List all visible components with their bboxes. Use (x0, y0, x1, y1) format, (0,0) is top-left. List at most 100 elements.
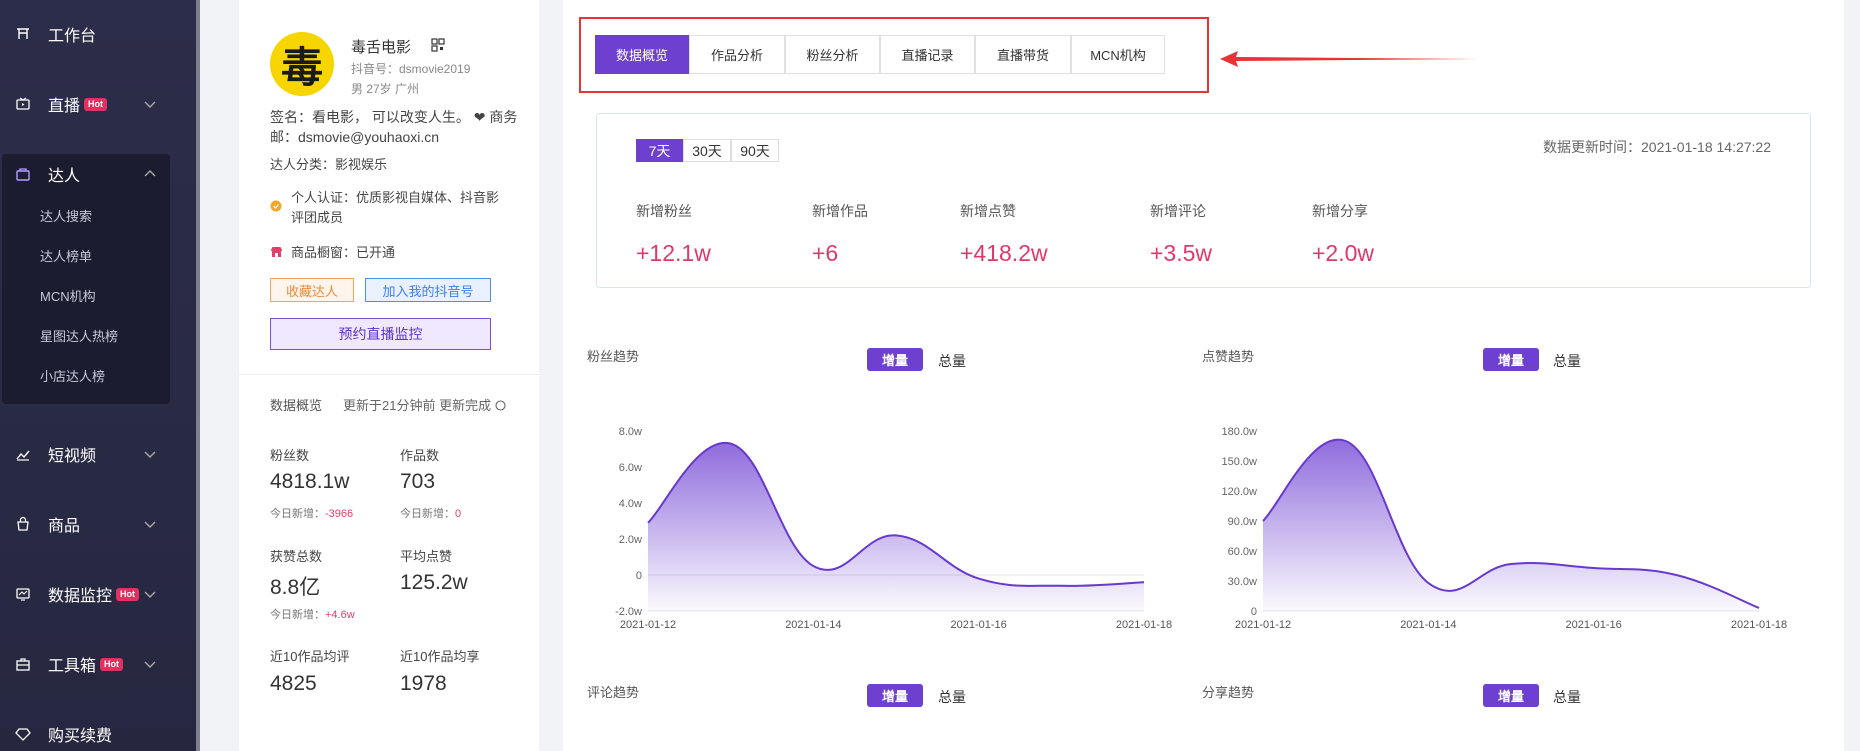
stat-delta: 今日新增：+4.6w (270, 606, 355, 622)
stat-value: 4818.1w (270, 470, 350, 493)
bag-icon (14, 165, 32, 183)
schedule-live-monitor-button[interactable]: 预约直播监控 (270, 318, 491, 350)
tab-live-commerce[interactable]: 直播带货 (975, 35, 1071, 74)
qr-code-icon[interactable] (431, 38, 445, 52)
x-tick-label: 2021-01-14 (785, 619, 841, 631)
nav-item-live[interactable]: 直播 Hot (0, 84, 196, 124)
nav-label: 工作台 (48, 28, 97, 45)
tab-works-analysis[interactable]: 作品分析 (689, 35, 785, 74)
x-tick-label: 2021-01-12 (1235, 619, 1291, 631)
chevron-down-icon (144, 661, 156, 668)
y-tick-label: 8.0w (619, 426, 642, 438)
diamond-icon (14, 725, 32, 743)
overview-update-status: 更新于21分钟前 更新完成 (343, 395, 506, 414)
toggle-increment[interactable]: 增量 (867, 348, 923, 371)
signature-line-2: 邮：dsmovie@youhaoxi.cn (270, 129, 440, 145)
x-tick-label: 2021-01-18 (1116, 619, 1172, 631)
tab-mcn[interactable]: MCN机构 (1071, 35, 1165, 74)
nav-label: 购买续费 (48, 728, 113, 745)
range-7d[interactable]: 7天 (636, 139, 683, 162)
y-tick-label: 0 (1251, 606, 1257, 618)
chart-title-likes: 点赞趋势 (1202, 349, 1255, 364)
nav-item-toolbox[interactable]: 工具箱 Hot (0, 644, 196, 684)
signature-line-1: 签名：看电影， 可以改变人生。 ❤ 商务 (270, 109, 518, 125)
nav-item-data-monitor[interactable]: 数据监控 Hot (0, 574, 196, 614)
certification-line-1: 个人认证：优质影视自媒体、抖音影 (291, 190, 500, 205)
stat-label: 获赞总数 (270, 549, 323, 564)
delta-prefix: 今日新增： (270, 508, 325, 520)
y-tick-label: 90.0w (1228, 516, 1257, 528)
toolbox-icon (14, 655, 32, 673)
x-tick-label: 2021-01-12 (620, 619, 676, 631)
tab-data-overview[interactable]: 数据概览 (595, 35, 689, 74)
toggle-total[interactable]: 总量 (1553, 351, 1581, 371)
nav-item-products[interactable]: 商品 (0, 504, 196, 544)
profile-card: 毒 毒舌电影 抖音号：dsmovie2019 男 27岁 广州 签名：看电影， … (239, 0, 539, 751)
chart-title-comments: 评论趋势 (587, 685, 640, 700)
nav-item-short-video[interactable]: 短视频 (0, 434, 196, 474)
chevron-down-icon (144, 101, 156, 108)
certification-line-2: 评团成员 (291, 210, 344, 225)
sidebar-scrollbar[interactable] (196, 0, 200, 751)
chevron-down-icon (144, 591, 156, 598)
toggle-total[interactable]: 总量 (938, 687, 966, 707)
toggle-increment[interactable]: 增量 (1483, 348, 1539, 371)
range-30d[interactable]: 30天 (683, 139, 731, 162)
stat-label: 粉丝数 (270, 448, 310, 463)
chart-title-shares: 分享趋势 (1202, 685, 1255, 700)
subnav-mcn[interactable]: MCN机构 (40, 286, 96, 305)
shopping-bag-icon (14, 515, 32, 533)
stat-value: 8.8亿 (270, 576, 321, 599)
y-tick-label: 0 (636, 570, 642, 582)
toggle-total[interactable]: 总量 (1553, 687, 1581, 707)
y-tick-label: 60.0w (1228, 546, 1257, 558)
join-douyin-button[interactable]: 加入我的抖音号 (365, 278, 491, 302)
toggle-increment[interactable]: 增量 (867, 684, 923, 707)
annotation-arrow-icon (1220, 51, 1478, 67)
nav-item-talent[interactable]: 达人 (0, 154, 196, 194)
nav-label: 直播 (48, 98, 81, 115)
metric-value: +2.0w (1312, 240, 1375, 266)
toggle-increment[interactable]: 增量 (1483, 684, 1539, 707)
metric-label: 新增分享 (1312, 203, 1368, 219)
area-fill (1263, 439, 1759, 611)
tab-fans-analysis[interactable]: 粉丝分析 (785, 35, 880, 74)
y-tick-label: 30.0w (1228, 576, 1257, 588)
stat-label: 平均点赞 (400, 549, 453, 564)
fans-trend-chart: -2.0w 0 2.0w 4.0w 6.0w 8.0w 2021-01-12 2021-01-… (615, 426, 1172, 631)
nav-item-purchase[interactable]: 购买续费 (0, 714, 196, 751)
chart-title-fans: 粉丝趋势 (587, 349, 640, 364)
nav-label: 工具箱 (48, 658, 97, 675)
delta-value: -3966 (325, 508, 354, 520)
subnav-shop-talent[interactable]: 小店达人榜 (40, 366, 105, 385)
profile-name: 毒舌电影 (351, 39, 412, 56)
workbench-icon (14, 25, 32, 43)
y-tick-label: 180.0w (1222, 426, 1258, 438)
x-tick-label: 2021-01-16 (1566, 619, 1622, 631)
stat-value: 4825 (270, 672, 317, 695)
toggle-total[interactable]: 总量 (938, 351, 966, 371)
certified-icon (270, 200, 282, 212)
hot-badge: Hot (116, 587, 140, 601)
delta-prefix: 今日新增： (270, 609, 325, 621)
stat-label: 作品数 (400, 448, 440, 463)
metric-value: +12.1w (636, 240, 711, 266)
subnav-talent-ranking[interactable]: 达人榜单 (40, 246, 92, 265)
hot-badge: Hot (84, 97, 108, 111)
chevron-down-icon (144, 451, 156, 458)
range-90d[interactable]: 90天 (731, 139, 779, 162)
subnav-talent-search[interactable]: 达人搜索 (40, 206, 92, 225)
douyin-id: 抖音号：dsmovie2019 (351, 62, 471, 76)
metric-value: +3.5w (1150, 240, 1213, 266)
store-icon (271, 247, 282, 257)
collect-talent-button[interactable]: 收藏达人 (270, 278, 354, 302)
nav-item-workbench[interactable]: 工作台 (0, 14, 196, 54)
metric-value: +6 (812, 240, 839, 266)
nav-label: 数据监控 (48, 588, 113, 605)
stat-label: 近10作品均享 (400, 649, 480, 664)
subnav-star-hot[interactable]: 星图达人热榜 (40, 326, 118, 345)
chevron-up-icon (144, 170, 156, 177)
refresh-icon[interactable] (495, 400, 506, 411)
update-text: 更新于21分钟前 更新完成 (343, 398, 492, 413)
tab-live-records[interactable]: 直播记录 (880, 35, 975, 74)
